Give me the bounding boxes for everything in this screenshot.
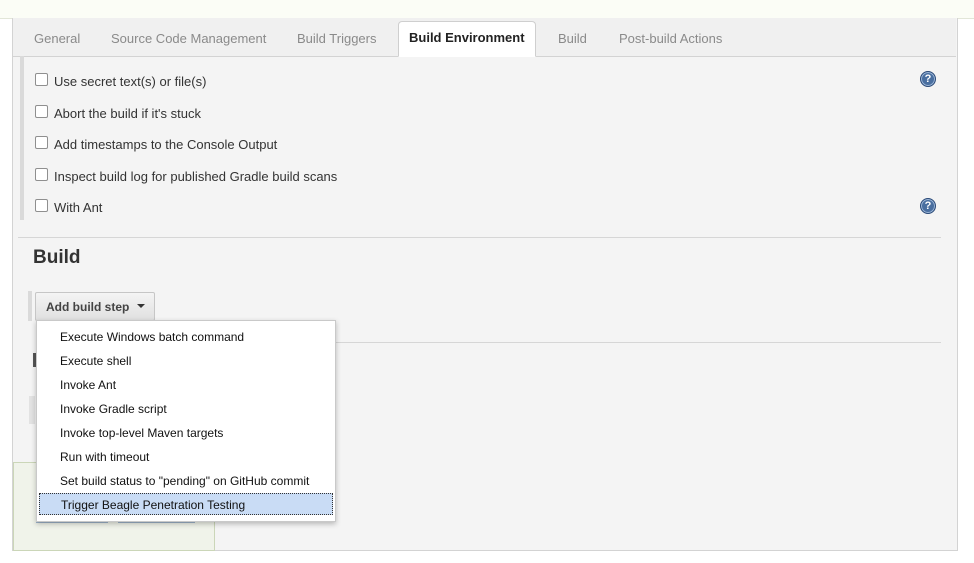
checkbox-icon[interactable] bbox=[35, 105, 48, 118]
tab-build-environment[interactable]: Build Environment bbox=[398, 21, 536, 57]
section-left-bar bbox=[20, 56, 24, 220]
menu-item-run-with-timeout[interactable]: Run with timeout bbox=[39, 445, 331, 467]
option-label: Abort the build if it's stuck bbox=[54, 106, 201, 121]
help-icon[interactable]: ? bbox=[920, 198, 936, 214]
menu-item-invoke-ant[interactable]: Invoke Ant bbox=[39, 373, 331, 395]
help-icon[interactable]: ? bbox=[920, 71, 936, 87]
obscured-left-bar bbox=[29, 396, 35, 424]
checkbox-icon[interactable] bbox=[35, 199, 48, 212]
option-label: Inspect build log for published Gradle b… bbox=[54, 169, 338, 184]
menu-item-execute-windows-batch[interactable]: Execute Windows batch command bbox=[39, 325, 331, 347]
tab-build-triggers[interactable]: Build Triggers bbox=[297, 31, 376, 46]
add-build-step-label: Add build step bbox=[46, 300, 130, 314]
menu-item-execute-shell[interactable]: Execute shell bbox=[39, 349, 331, 371]
menu-item-invoke-maven[interactable]: Invoke top-level Maven targets bbox=[39, 421, 331, 443]
tab-general[interactable]: General bbox=[34, 31, 80, 46]
menu-item-invoke-gradle[interactable]: Invoke Gradle script bbox=[39, 397, 331, 419]
clipped-option-above bbox=[55, 56, 175, 60]
section-divider bbox=[18, 237, 941, 238]
section-divider bbox=[336, 342, 941, 343]
build-left-bar bbox=[28, 291, 32, 321]
tab-build[interactable]: Build bbox=[558, 31, 587, 46]
build-section-title: Build bbox=[33, 247, 81, 268]
section-tabs: General Source Code Management Build Tri… bbox=[13, 18, 956, 57]
tab-post-build-actions[interactable]: Post-build Actions bbox=[619, 31, 722, 46]
menu-item-set-github-status[interactable]: Set build status to "pending" on GitHub … bbox=[39, 469, 331, 491]
caret-down-icon bbox=[137, 304, 145, 308]
menu-item-trigger-beagle[interactable]: Trigger Beagle Penetration Testing bbox=[39, 493, 333, 515]
option-label: Use secret text(s) or file(s) bbox=[54, 74, 207, 89]
option-label: With Ant bbox=[54, 200, 103, 215]
tab-source-code-management[interactable]: Source Code Management bbox=[111, 31, 266, 46]
add-build-step-button[interactable]: Add build step bbox=[35, 292, 155, 321]
checkbox-icon[interactable] bbox=[35, 136, 48, 149]
option-label: Add timestamps to the Console Output bbox=[54, 137, 278, 152]
checkbox-icon[interactable] bbox=[35, 168, 48, 181]
checkbox-icon[interactable] bbox=[35, 73, 48, 86]
add-build-step-menu: Execute Windows batch command Execute sh… bbox=[36, 320, 336, 522]
page-top-band bbox=[0, 0, 974, 19]
